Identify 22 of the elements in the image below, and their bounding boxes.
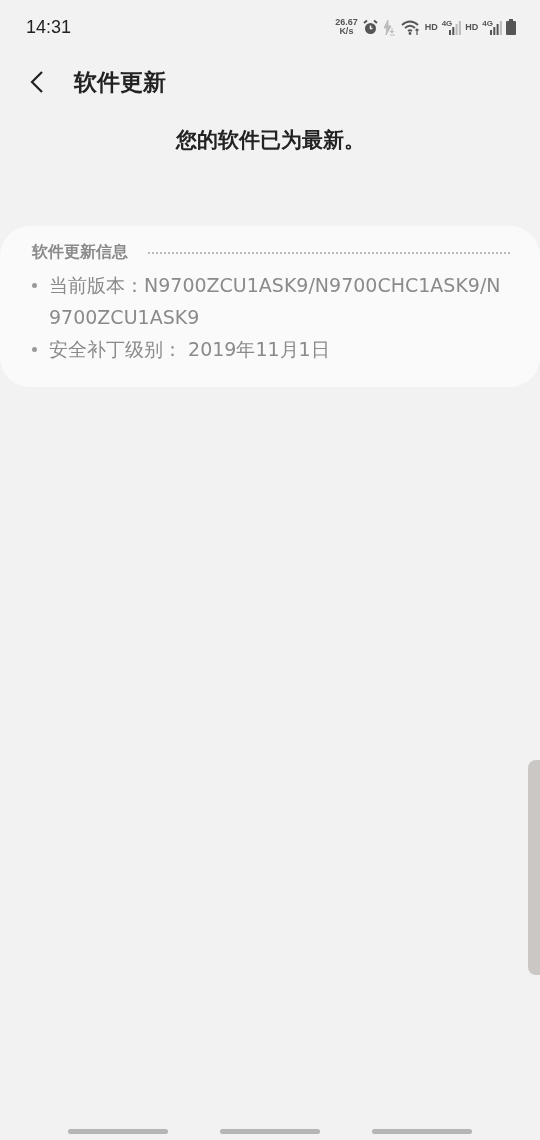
page-title: 软件更新: [74, 67, 166, 97]
wifi-icon: [400, 18, 421, 36]
bullet-icon: [32, 283, 37, 288]
info-text: 安全补丁级别： 2019年11月1日: [49, 337, 331, 362]
bullet-icon: [32, 347, 37, 352]
charging-icon: [382, 18, 397, 36]
battery-icon: [506, 19, 516, 35]
section-title: 软件更新信息: [32, 242, 128, 263]
nav-handle[interactable]: [68, 1129, 168, 1134]
nav-handle[interactable]: [220, 1129, 320, 1134]
network-type: 4G: [482, 19, 493, 28]
scrollbar[interactable]: [528, 760, 540, 975]
nav-handle[interactable]: [372, 1129, 472, 1134]
back-icon[interactable]: [30, 71, 44, 93]
network-type: 4G: [441, 19, 453, 28]
hd-label: HD: [424, 22, 438, 32]
network-speed: 26.67 K/s: [335, 18, 358, 36]
status-message: 您的软件已为最新。: [174, 127, 366, 154]
info-text: 当前版本：N9700ZCU1ASK9/N9700CHC1ASK9/N9700ZCU1ASK9: [49, 273, 502, 330]
alarm-clock-icon: [361, 18, 379, 36]
hd-label: HD: [465, 22, 479, 32]
status-time: 14:31: [26, 16, 72, 38]
